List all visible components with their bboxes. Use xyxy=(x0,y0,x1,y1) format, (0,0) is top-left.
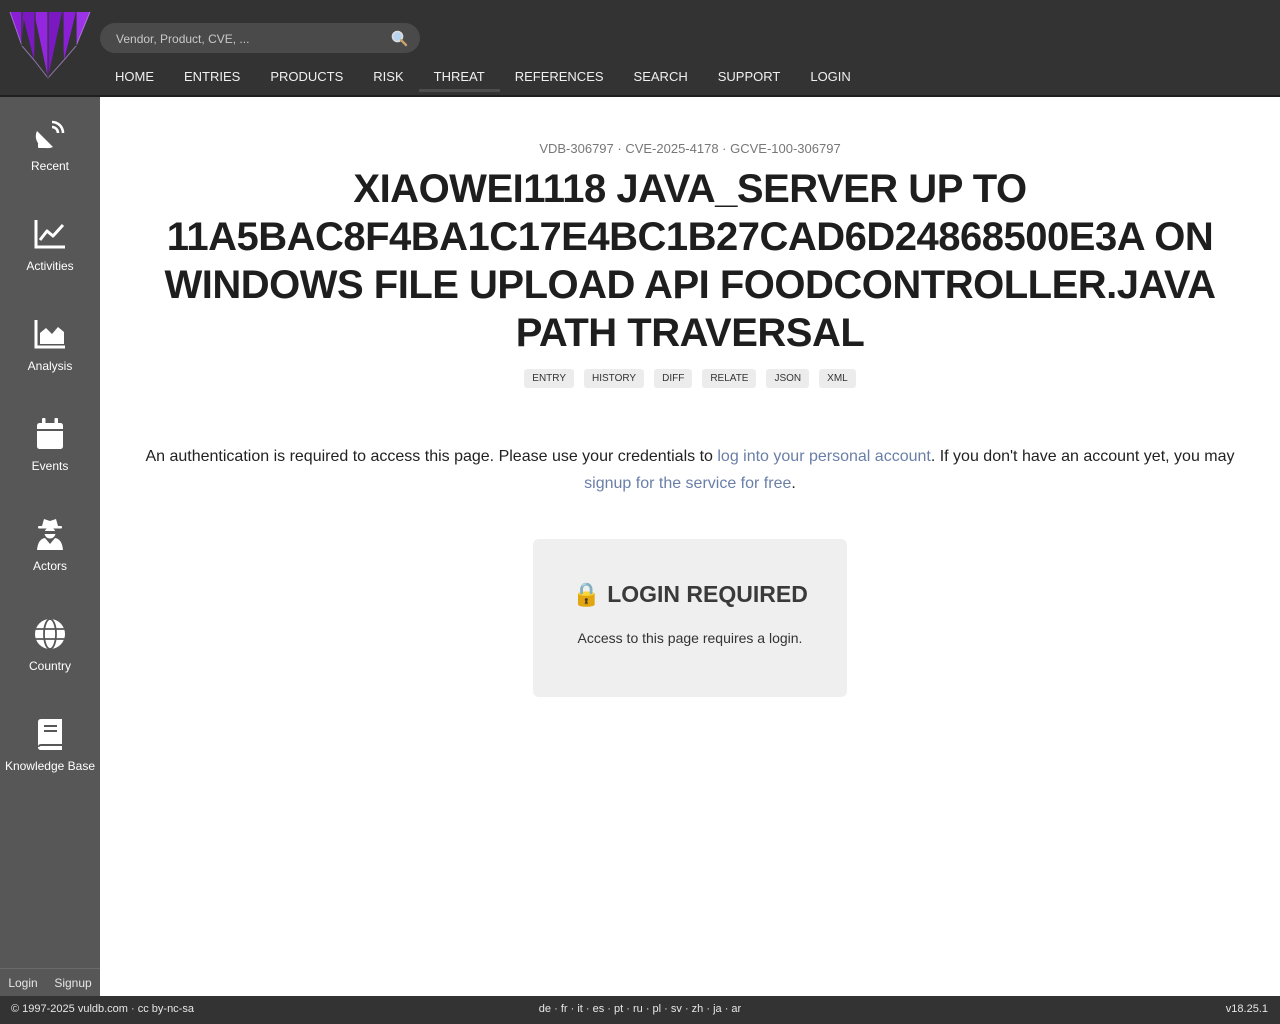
auth-text-part-3: . xyxy=(791,475,796,492)
nav-products[interactable]: PRODUCTS xyxy=(255,58,358,94)
auth-text-part-1: An authentication is required to access … xyxy=(145,448,718,465)
lang-zh[interactable]: zh xyxy=(692,1003,704,1015)
sidebar-item-activities[interactable]: Activities xyxy=(0,217,100,297)
copyright: © 1997-2025 vuldb.com · cc by-nc-sa xyxy=(11,1003,194,1015)
nav-login[interactable]: LOGIN xyxy=(795,58,865,94)
search-box xyxy=(100,23,420,55)
lang-ru[interactable]: ru xyxy=(633,1003,643,1015)
tab-history[interactable]: HISTORY xyxy=(584,369,645,388)
main-content: VDB-306797 · CVE-2025-4178 · GCVE-100-30… xyxy=(100,97,1280,996)
entry-tabs: ENTRY HISTORY DIFF RELATE JSON XML xyxy=(100,369,1280,388)
login-required-text: Access to this page requires a login. xyxy=(577,630,803,646)
lang-ja[interactable]: ja xyxy=(713,1003,722,1015)
lang-it[interactable]: it xyxy=(577,1003,583,1015)
sidebar-label-analysis: Analysis xyxy=(27,359,73,373)
sidebar-item-country[interactable]: Country xyxy=(0,617,100,697)
nav-entries[interactable]: ENTRIES xyxy=(169,58,255,94)
tab-json[interactable]: JSON xyxy=(766,369,810,388)
auth-text-part-2: . If you don't have an account yet, you … xyxy=(930,448,1235,465)
auth-notice: An authentication is required to access … xyxy=(130,443,1250,497)
user-secret-icon xyxy=(37,519,63,550)
lang-fr[interactable]: fr xyxy=(561,1003,568,1015)
sidebar-label-knowledge-base: Knowledge Base xyxy=(4,759,96,773)
sidebar-footer: Login Signup xyxy=(0,968,100,996)
nav-threat[interactable]: THREAT xyxy=(418,58,500,94)
line-chart-icon xyxy=(34,220,65,249)
lang-ar[interactable]: ar xyxy=(731,1003,741,1015)
tab-entry[interactable]: ENTRY xyxy=(524,369,574,388)
area-chart-icon xyxy=(34,320,65,349)
tab-relate[interactable]: RELATE xyxy=(702,369,757,388)
sidebar-label-recent: Recent xyxy=(30,159,70,173)
main-nav: HOME ENTRIES PRODUCTS RISK THREAT REFERE… xyxy=(100,58,866,94)
lang-sv[interactable]: sv xyxy=(671,1003,682,1015)
sidebar-label-country: Country xyxy=(28,659,72,673)
sidebar-login-link[interactable]: Login xyxy=(8,976,37,990)
sidebar-item-actors[interactable]: Actors xyxy=(0,517,100,597)
page-title: XIAOWEI1118 JAVA_SERVER UP TO 11A5BAC8F4… xyxy=(164,167,1216,355)
satellite-dish-icon xyxy=(35,120,65,149)
lang-de[interactable]: de xyxy=(539,1003,551,1015)
search-input[interactable] xyxy=(114,23,388,55)
entry-identifiers: VDB-306797 · CVE-2025-4178 · GCVE-100-30… xyxy=(539,141,841,156)
top-header: HOME ENTRIES PRODUCTS RISK THREAT REFERE… xyxy=(0,0,1280,97)
login-required-box: 🔒 LOGIN REQUIRED Access to this page req… xyxy=(533,539,847,697)
sidebar-item-events[interactable]: Events xyxy=(0,417,100,497)
lang-pt[interactable]: pt xyxy=(614,1003,623,1015)
nav-risk[interactable]: RISK xyxy=(358,58,418,94)
version-label: v18.25.1 xyxy=(1225,1003,1268,1015)
sidebar: Recent Activities Analysis Events Actors… xyxy=(0,97,100,996)
nav-home[interactable]: HOME xyxy=(100,58,169,94)
sidebar-label-activities: Activities xyxy=(26,259,74,273)
search-icon[interactable] xyxy=(390,29,408,47)
tab-diff[interactable]: DIFF xyxy=(654,369,693,388)
sidebar-item-analysis[interactable]: Analysis xyxy=(0,317,100,397)
signup-link[interactable]: signup for the service for free xyxy=(584,475,791,492)
login-link[interactable]: log into your personal account xyxy=(717,448,930,465)
nav-support[interactable]: SUPPORT xyxy=(703,58,796,94)
nav-references[interactable]: REFERENCES xyxy=(500,58,619,94)
globe-icon xyxy=(35,618,65,650)
nav-search[interactable]: SEARCH xyxy=(619,58,703,94)
tab-xml[interactable]: XML xyxy=(819,369,856,388)
lang-pl[interactable]: pl xyxy=(653,1003,662,1015)
login-required-title: 🔒 LOGIN REQUIRED xyxy=(572,581,808,607)
vuldb-logo[interactable] xyxy=(8,8,92,82)
calendar-icon xyxy=(37,418,63,449)
sidebar-item-knowledge-base[interactable]: Knowledge Base xyxy=(0,717,100,797)
page-footer: © 1997-2025 vuldb.com · cc by-nc-sa de ·… xyxy=(0,996,1280,1024)
sidebar-label-events: Events xyxy=(31,459,69,473)
sidebar-item-recent[interactable]: Recent xyxy=(0,117,100,197)
lang-es[interactable]: es xyxy=(593,1003,605,1015)
sidebar-label-actors: Actors xyxy=(32,559,67,573)
sidebar-signup-link[interactable]: Signup xyxy=(54,976,91,990)
book-icon xyxy=(38,719,62,750)
